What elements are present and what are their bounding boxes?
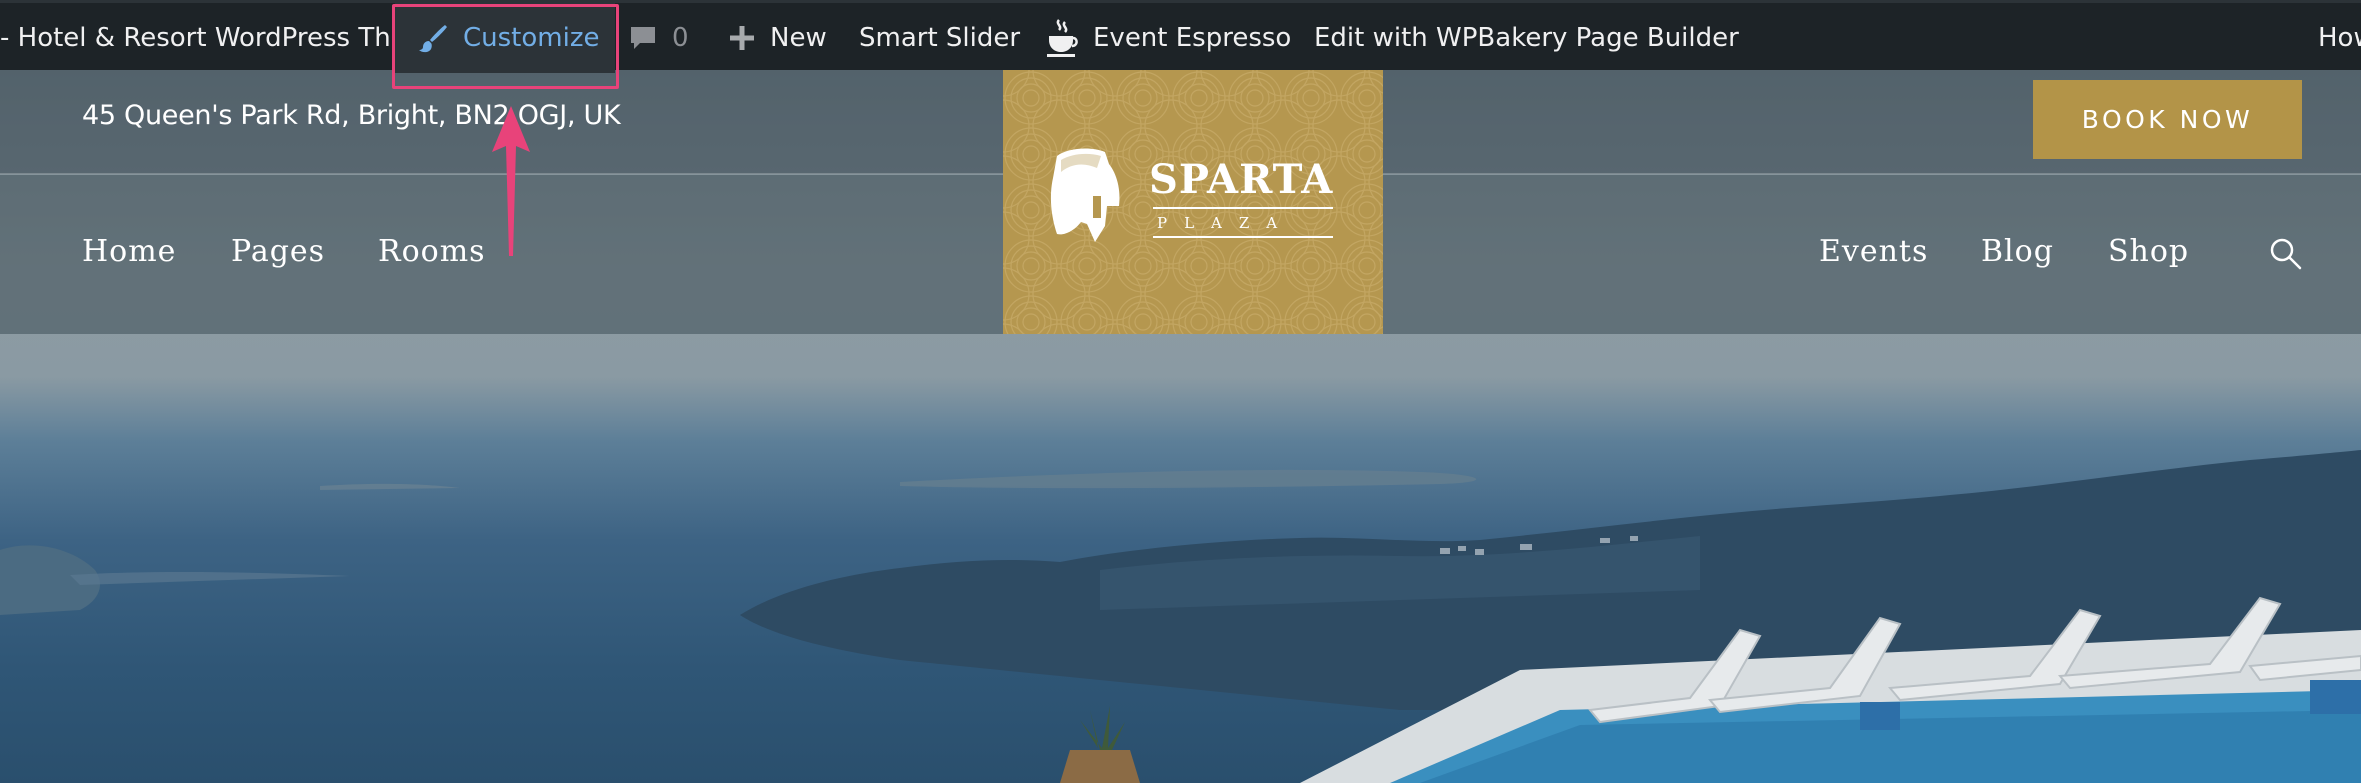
coffee-cup-icon — [1045, 18, 1079, 58]
logo-subtitle: PLAZA — [1153, 207, 1333, 238]
nav-pages-link[interactable]: Pages — [231, 234, 325, 269]
howdy-label: How — [2318, 23, 2361, 53]
admin-wpbakery-link[interactable]: Edit with WPBakery Page Builder — [1314, 3, 1739, 73]
spartan-helmet-icon — [1050, 148, 1120, 242]
admin-customize-link[interactable]: Customize — [395, 3, 615, 73]
wpbakery-label: Edit with WPBakery Page Builder — [1314, 23, 1739, 53]
plus-icon — [728, 24, 756, 52]
nav-blog-link[interactable]: Blog — [1981, 234, 2054, 269]
comments-count: 0 — [672, 23, 689, 53]
comment-bubble-icon — [628, 23, 658, 53]
smart-slider-label: Smart Slider — [859, 23, 1021, 53]
customize-label: Customize — [463, 23, 600, 53]
admin-smart-slider-link[interactable]: Smart Slider — [859, 3, 1020, 73]
nav-shop-link[interactable]: Shop — [2108, 234, 2189, 269]
admin-site-title[interactable]: - Hotel & Resort WordPress Th... — [0, 3, 392, 73]
admin-new-link[interactable]: New — [728, 3, 827, 73]
admin-event-espresso-link[interactable]: Event Espresso — [1045, 3, 1291, 73]
search-icon[interactable] — [2268, 236, 2304, 277]
site-title-label: - Hotel & Resort WordPress Th... — [0, 23, 392, 53]
admin-howdy-account[interactable]: How — [2318, 3, 2361, 73]
book-now-button[interactable]: BOOK NOW — [2033, 80, 2302, 159]
nav-events-link[interactable]: Events — [1819, 234, 1928, 269]
paintbrush-icon — [417, 22, 449, 54]
hotel-address: 45 Queen's Park Rd, Bright, BN2 OGJ, UK — [82, 100, 621, 131]
site-logo[interactable]: SPARTA PLAZA — [1003, 70, 1383, 334]
logo-title: SPARTA — [1149, 156, 1334, 203]
nav-rooms-link[interactable]: Rooms — [378, 234, 486, 269]
event-espresso-label: Event Espresso — [1093, 23, 1292, 53]
new-label: New — [770, 23, 827, 53]
wp-admin-bar: - Hotel & Resort WordPress Th... Customi… — [0, 0, 2361, 73]
nav-home-link[interactable]: Home — [82, 234, 176, 269]
admin-comments-link[interactable]: 0 — [628, 3, 689, 73]
